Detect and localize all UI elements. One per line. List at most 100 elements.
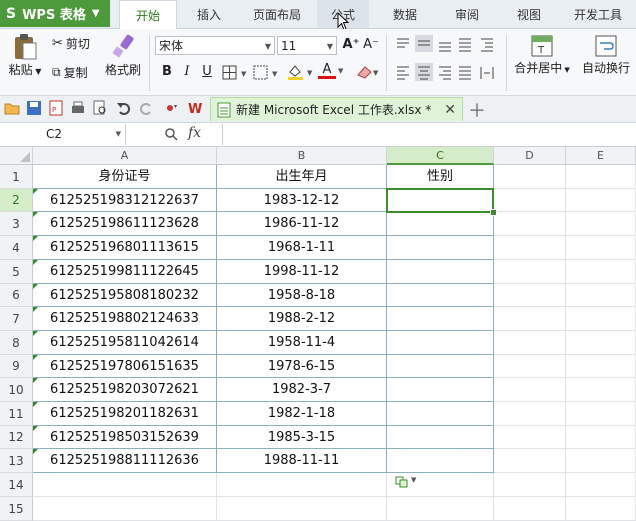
fill-color-icon[interactable]: ▼ — [287, 63, 317, 81]
table-cell[interactable]: 612525198811112636 — [33, 449, 217, 473]
table-cell[interactable] — [566, 355, 636, 378]
app-menu-button[interactable]: S WPS 表格 ▼ — [0, 0, 110, 27]
column-header-d[interactable]: D — [494, 147, 566, 165]
name-box[interactable]: C2 ▼ — [0, 124, 126, 145]
table-cell[interactable]: 1983-12-12 — [217, 189, 387, 212]
table-cell[interactable]: 612525198312122637 — [33, 189, 217, 212]
table-cell[interactable] — [566, 426, 636, 449]
table-cell[interactable]: 612525198201182631 — [33, 402, 217, 426]
tab-developer[interactable]: 开发工具 — [565, 0, 631, 28]
tab-review[interactable]: 审阅 — [441, 0, 493, 28]
table-cell[interactable] — [566, 378, 636, 402]
row-header[interactable]: 11 — [0, 402, 33, 426]
table-cell[interactable] — [494, 426, 566, 449]
eraser-icon[interactable]: ▼ — [355, 63, 381, 81]
zoom-icon[interactable] — [164, 127, 178, 141]
font-name-select[interactable]: 宋体 ▼ — [155, 36, 275, 55]
table-cell[interactable] — [494, 165, 566, 189]
column-header-a[interactable]: A — [33, 147, 217, 165]
new-tab-icon[interactable]: ＋ — [468, 97, 486, 123]
table-cell[interactable]: 612525198611123628 — [33, 212, 217, 236]
fill-handle[interactable] — [490, 209, 497, 216]
row-header[interactable]: 5 — [0, 260, 33, 284]
table-cell[interactable] — [387, 284, 494, 307]
italic-button[interactable]: I — [178, 63, 196, 81]
table-cell[interactable]: 612525199811122645 — [33, 260, 217, 284]
wrap-text-button[interactable]: 自动换行 — [578, 33, 634, 76]
table-cell[interactable] — [566, 165, 636, 189]
table-cell[interactable] — [566, 284, 636, 307]
row-header[interactable]: 1 — [0, 165, 33, 189]
table-cell[interactable]: 1958-11-4 — [217, 331, 387, 355]
table-cell[interactable] — [387, 236, 494, 260]
undo-icon[interactable] — [116, 100, 132, 116]
row-header[interactable]: 7 — [0, 307, 33, 331]
table-cell[interactable]: 612525195808180232 — [33, 284, 217, 307]
table-cell[interactable] — [566, 497, 636, 521]
table-cell[interactable] — [566, 473, 636, 497]
row-header[interactable]: 8 — [0, 331, 33, 355]
row-header[interactable]: 2 — [0, 189, 33, 212]
paste-button[interactable]: 粘贴 ▼ — [6, 33, 44, 78]
table-cell[interactable]: 612525198802124633 — [33, 307, 217, 331]
row-header[interactable]: 4 — [0, 236, 33, 260]
table-cell[interactable]: 612525198203072621 — [33, 378, 217, 402]
table-cell[interactable] — [494, 331, 566, 355]
close-icon[interactable]: ✕ — [444, 102, 456, 118]
table-cell[interactable] — [387, 355, 494, 378]
grow-font-button[interactable]: A⁺ — [342, 36, 360, 54]
column-header-c[interactable]: C — [387, 147, 494, 165]
table-cell[interactable]: 1988-11-11 — [217, 449, 387, 473]
table-cell[interactable] — [494, 449, 566, 473]
table-cell[interactable] — [566, 307, 636, 331]
table-cell[interactable] — [494, 355, 566, 378]
format-painter-button[interactable]: 格式刷 — [102, 33, 144, 78]
table-cell[interactable] — [566, 236, 636, 260]
table-cell[interactable] — [494, 378, 566, 402]
bold-button[interactable]: B — [158, 63, 176, 81]
tab-page-layout[interactable]: 页面布局 — [243, 0, 311, 28]
row-header[interactable]: 12 — [0, 426, 33, 449]
table-cell[interactable]: 612525198503152639 — [33, 426, 217, 449]
table-cell[interactable] — [494, 189, 566, 212]
table-cell[interactable]: 身份证号 — [33, 165, 217, 189]
row-header[interactable]: 14 — [0, 473, 33, 497]
open-folder-icon[interactable] — [4, 100, 20, 116]
table-cell[interactable] — [33, 497, 217, 521]
paste-options-button[interactable]: ▼ — [395, 476, 416, 488]
customize-toolbar-icon[interactable] — [162, 100, 178, 116]
borders-icon[interactable]: ▼ — [222, 65, 252, 81]
table-cell[interactable] — [494, 473, 566, 497]
table-cell[interactable] — [494, 284, 566, 307]
table-cell[interactable] — [494, 497, 566, 521]
table-cell[interactable]: 1982-1-18 — [217, 402, 387, 426]
table-cell[interactable]: 1985-3-15 — [217, 426, 387, 449]
horizontal-align-icons[interactable] — [393, 63, 503, 81]
print-icon[interactable] — [70, 100, 86, 116]
table-cell[interactable] — [387, 497, 494, 521]
table-cell[interactable] — [494, 212, 566, 236]
table-cell[interactable] — [494, 402, 566, 426]
table-cell[interactable] — [387, 402, 494, 426]
tab-insert[interactable]: 插入 — [183, 0, 235, 28]
tab-view[interactable]: 视图 — [503, 0, 555, 28]
table-cell[interactable] — [387, 307, 494, 331]
table-cell[interactable] — [566, 212, 636, 236]
table-cell[interactable] — [217, 473, 387, 497]
table-cell[interactable] — [494, 236, 566, 260]
underline-button[interactable]: U — [198, 63, 216, 81]
shrink-font-button[interactable]: A⁻ — [362, 36, 380, 54]
table-cell[interactable] — [494, 307, 566, 331]
table-cell[interactable] — [387, 331, 494, 355]
table-cell[interactable] — [387, 449, 494, 473]
table-cell[interactable]: 性别 — [387, 165, 494, 189]
table-cell[interactable]: 1988-2-12 — [217, 307, 387, 331]
table-cell[interactable]: 1986-11-12 — [217, 212, 387, 236]
fill-pattern-icon[interactable]: ▼ — [253, 65, 283, 81]
table-cell[interactable] — [387, 426, 494, 449]
export-pdf-icon[interactable]: P — [48, 100, 64, 116]
font-size-select[interactable]: 11 ▼ — [277, 36, 337, 55]
table-cell[interactable]: 612525197806151635 — [33, 355, 217, 378]
table-cell[interactable]: 612525195811042614 — [33, 331, 217, 355]
save-icon[interactable] — [26, 100, 42, 116]
